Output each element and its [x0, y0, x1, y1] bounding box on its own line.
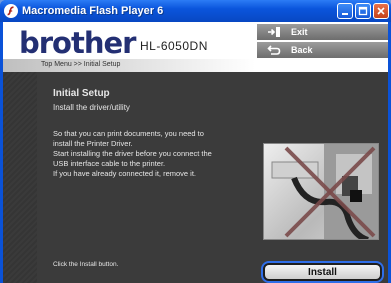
page-title: Initial Setup — [53, 88, 110, 99]
usb-cable-warning-image — [263, 143, 379, 240]
flash-player-window: Macromedia Flash Player 6 brother HL-605… — [0, 0, 391, 283]
minimize-icon — [342, 13, 348, 15]
flash-player-icon — [4, 4, 18, 18]
exit-button[interactable]: Exit — [257, 24, 388, 40]
instruction-line: USB interface cable to the printer. — [53, 159, 166, 168]
exit-icon — [267, 26, 281, 38]
exit-label: Exit — [291, 27, 308, 37]
instructions: So that you can print documents, you nee… — [53, 129, 258, 179]
install-hint: Click the Install button. — [53, 261, 119, 268]
maximize-button[interactable] — [355, 3, 371, 19]
install-button[interactable]: Install — [265, 265, 380, 279]
main-panel: Initial Setup Install the driver/utility… — [3, 72, 388, 283]
page-subtitle: Install the driver/utility — [53, 103, 130, 112]
model-name: HL-6050DN — [140, 39, 208, 53]
breadcrumb: Top Menu >> Initial Setup — [41, 61, 121, 68]
window-controls — [337, 3, 389, 19]
instruction-line: So that you can print documents, you nee… — [53, 129, 204, 138]
instruction-line: install the Printer Driver. — [53, 139, 133, 148]
instruction-line: Start installing the driver before you c… — [53, 149, 212, 158]
header: brother HL-6050DN Top Menu >> Initial Se… — [3, 22, 388, 72]
install-button-highlight: Install — [261, 261, 384, 283]
close-button[interactable] — [373, 3, 389, 19]
brother-logo: brother — [19, 26, 136, 60]
minimize-button[interactable] — [337, 3, 353, 19]
back-arrow-icon — [267, 44, 281, 56]
back-button[interactable]: Back — [257, 42, 388, 58]
maximize-icon — [358, 6, 368, 16]
instruction-line: If you have already connected it, remove… — [53, 169, 196, 178]
title-bar[interactable]: Macromedia Flash Player 6 — [0, 0, 391, 22]
flash-content: brother HL-6050DN Top Menu >> Initial Se… — [3, 22, 388, 283]
back-label: Back — [291, 45, 313, 55]
close-icon — [377, 7, 385, 15]
window-title: Macromedia Flash Player 6 — [22, 5, 164, 17]
content-area: Initial Setup Install the driver/utility… — [37, 72, 388, 283]
